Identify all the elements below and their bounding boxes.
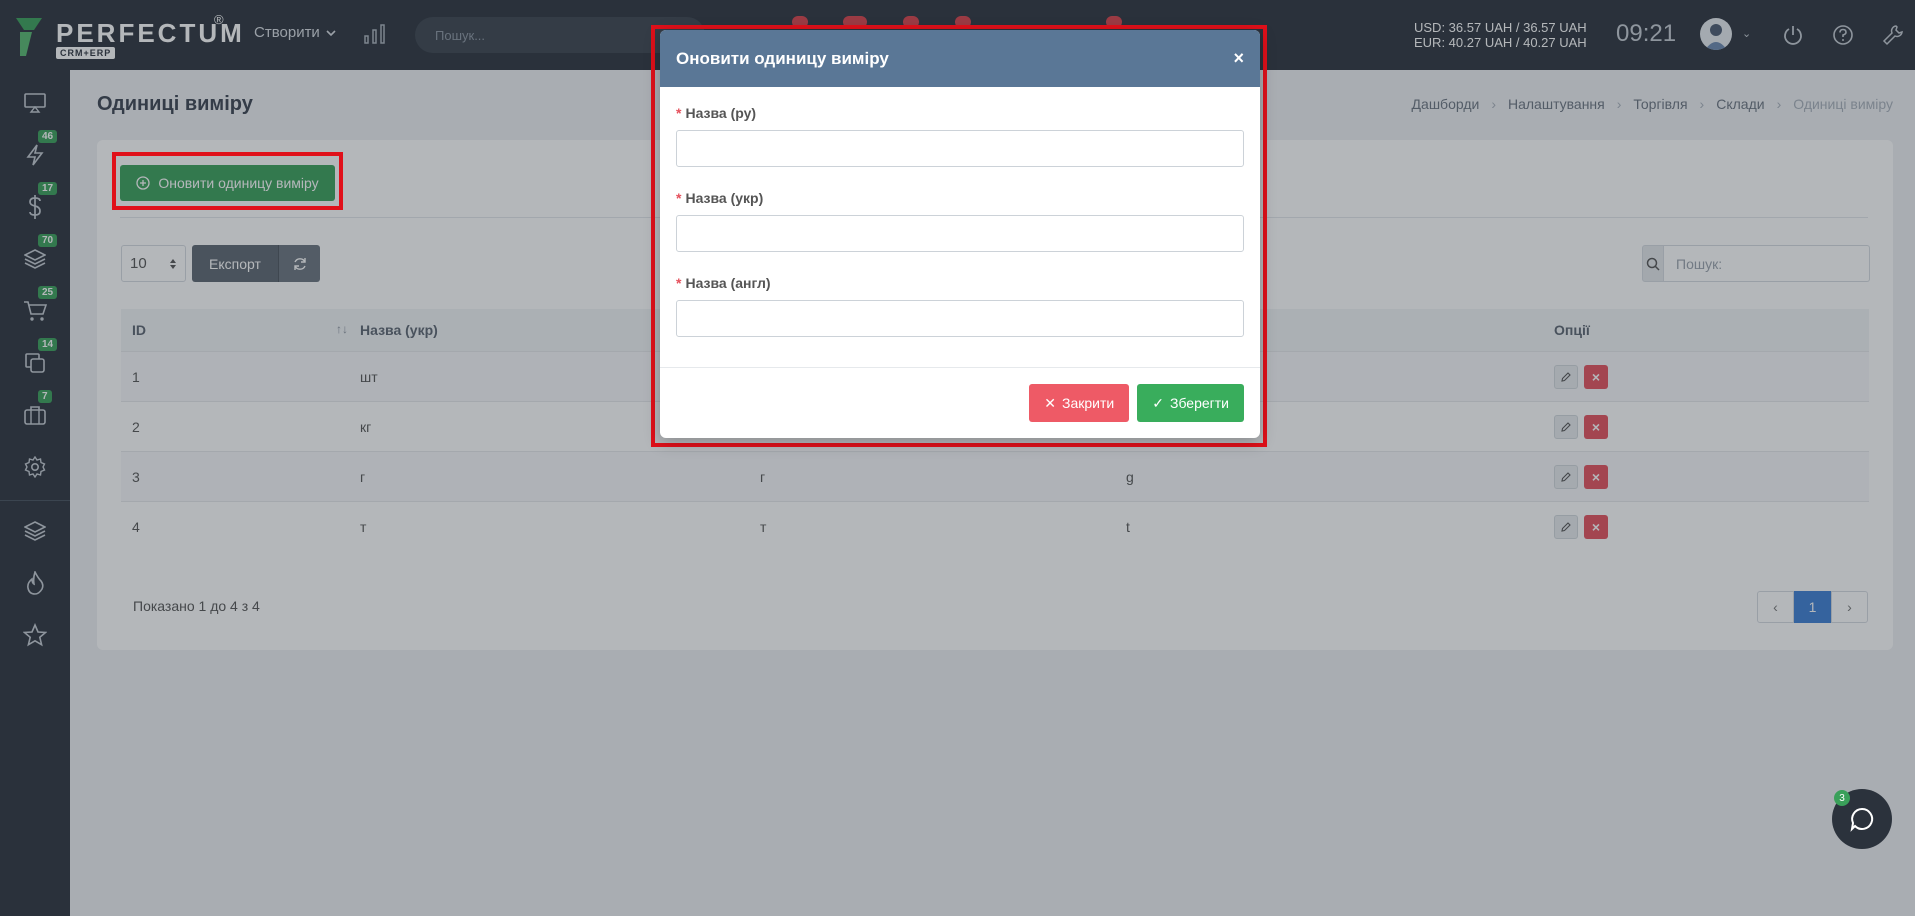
save-button[interactable]: ✓ Зберегти	[1137, 384, 1244, 422]
modal-title: Оновити одиницу виміру	[676, 48, 889, 68]
name-en-input[interactable]	[676, 300, 1244, 337]
modal-header: Оновити одиницу виміру ×	[660, 30, 1260, 87]
field-label-name-ru: * Назва (ру)	[676, 105, 757, 121]
check-icon: ✓	[1152, 394, 1164, 411]
required-mark: *	[676, 105, 682, 121]
chat-bubble-icon	[1850, 807, 1874, 832]
chat-badge: 3	[1834, 790, 1850, 806]
name-uk-input[interactable]	[676, 215, 1244, 252]
save-button-label: Зберегти	[1169, 395, 1229, 411]
field-label-name-en: * Назва (англ)	[676, 275, 771, 291]
update-unit-modal: Оновити одиницу виміру × * Назва (ру) * На…	[660, 30, 1260, 438]
modal-body: * Назва (ру) * Назва (укр) * Назва (англ)	[660, 87, 1260, 367]
close-button[interactable]: ✕ Закрити	[1029, 384, 1130, 422]
required-mark: *	[676, 190, 682, 206]
highlight-frame	[112, 152, 343, 210]
close-button-label: Закрити	[1062, 395, 1115, 411]
name-ru-input[interactable]	[676, 130, 1244, 167]
required-mark: *	[676, 275, 682, 291]
modal-footer: ✕ Закрити ✓ Зберегти	[660, 367, 1260, 438]
modal-close-button[interactable]: ×	[1233, 48, 1244, 69]
field-label-name-uk: * Назва (укр)	[676, 190, 764, 206]
close-icon: ✕	[1044, 394, 1057, 411]
